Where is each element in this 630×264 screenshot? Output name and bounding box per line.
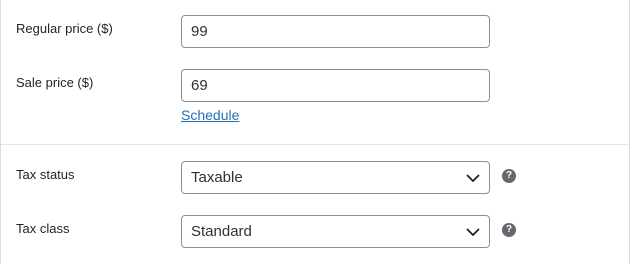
tax-status-label: Tax status — [16, 167, 75, 182]
section-divider — [1, 144, 629, 145]
help-icon[interactable]: ? — [502, 223, 516, 237]
tax-class-label: Tax class — [16, 221, 70, 236]
chevron-down-icon — [466, 174, 480, 182]
sale-price-value: 69 — [191, 77, 208, 94]
help-icon[interactable]: ? — [502, 169, 516, 183]
chevron-down-icon — [466, 228, 480, 236]
schedule-link[interactable]: Schedule — [181, 107, 239, 123]
sale-price-label: Sale price ($) — [16, 75, 94, 90]
tax-status-value: Taxable — [191, 169, 243, 186]
product-general-panel: Regular price ($) 99 Sale price ($) 69 S… — [0, 0, 630, 264]
regular-price-value: 99 — [191, 23, 208, 40]
tax-class-value: Standard — [191, 223, 252, 240]
regular-price-label: Regular price ($) — [16, 21, 113, 36]
regular-price-input[interactable]: 99 — [181, 15, 490, 48]
tax-class-select[interactable]: Standard — [181, 215, 490, 248]
tax-status-select[interactable]: Taxable — [181, 161, 490, 194]
sale-price-input[interactable]: 69 — [181, 69, 490, 102]
